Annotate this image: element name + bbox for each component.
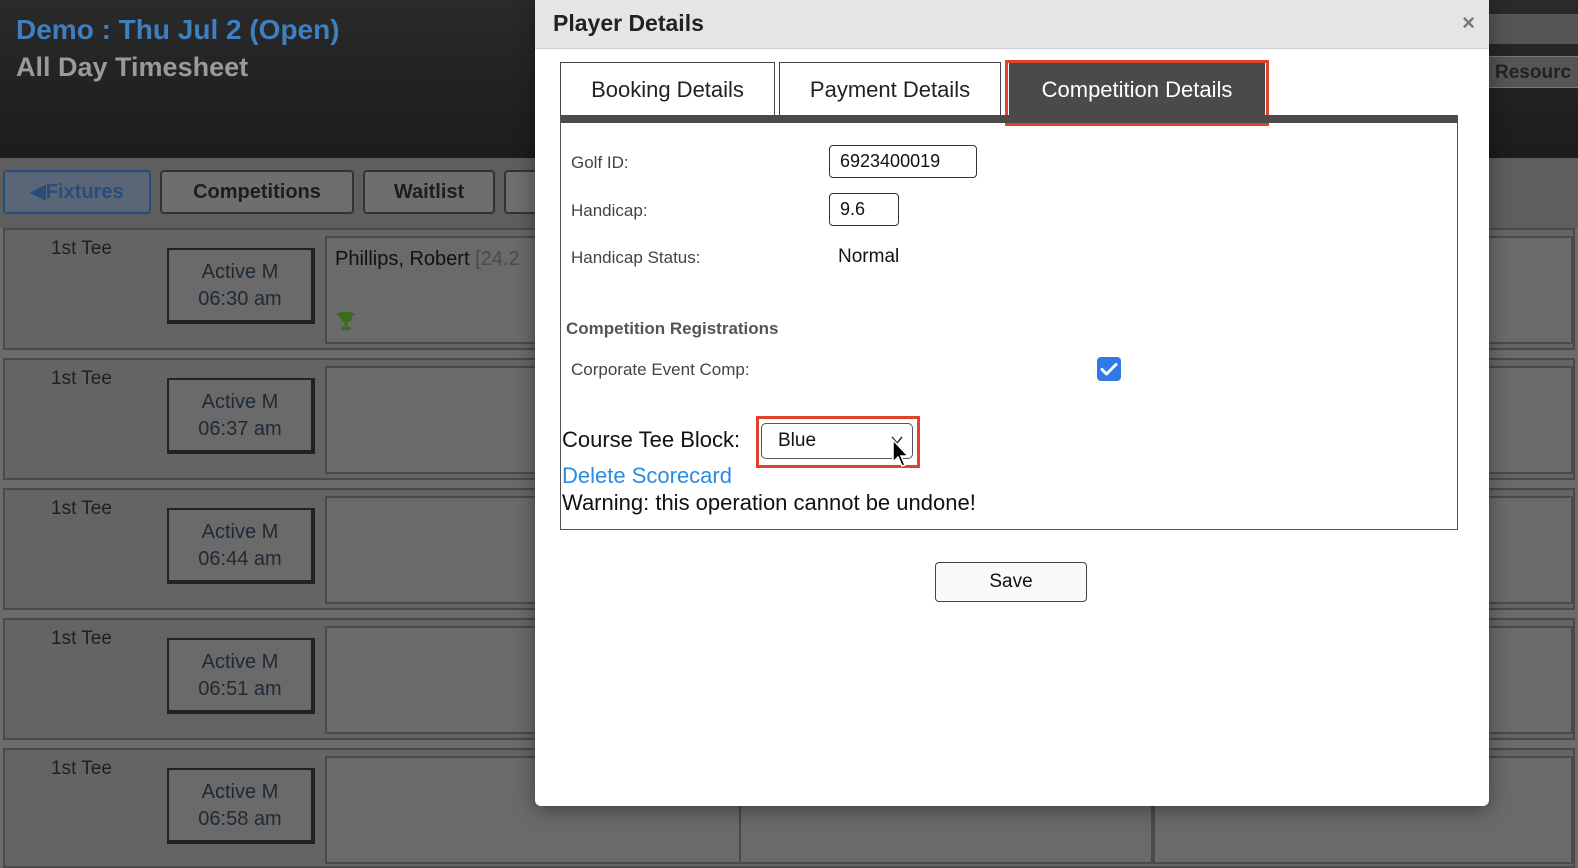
- slot-time: 06:58 am: [198, 808, 282, 830]
- golf-id-input[interactable]: 6923400019: [829, 145, 977, 178]
- slot-time: 06:30 am: [198, 288, 282, 310]
- page-title: Demo : Thu Jul 2 (Open): [16, 14, 340, 45]
- competitions-button[interactable]: Competitions: [160, 170, 354, 214]
- waitlist-button[interactable]: Waitlist: [363, 170, 495, 214]
- corporate-event-label: Corporate Event Comp:: [571, 360, 750, 379]
- player-name-text: Phillips, Robert: [335, 248, 470, 270]
- modal-header: Player Details ×: [535, 0, 1489, 49]
- slot-type: Active M: [201, 391, 279, 413]
- fixtures-label: Fixtures: [45, 181, 124, 203]
- player-name: Phillips, Robert [24.2: [335, 248, 520, 271]
- slot-type: Active M: [201, 781, 279, 803]
- player-handicap: [24.2: [475, 248, 520, 270]
- warning-text: Warning: this operation cannot be undone…: [562, 490, 976, 515]
- tab-booking-details[interactable]: Booking Details: [560, 62, 775, 116]
- slot-button[interactable]: Active M 06:44 am: [167, 508, 315, 584]
- slot-button[interactable]: Active M 06:58 am: [167, 768, 315, 844]
- mouse-cursor-icon: [892, 438, 910, 467]
- delete-scorecard-link[interactable]: Delete Scorecard: [562, 463, 732, 489]
- tab-payment-details[interactable]: Payment Details: [779, 62, 1001, 116]
- slot-time: 06:37 am: [198, 418, 282, 440]
- slot-type: Active M: [201, 521, 279, 543]
- handicap-label: Handicap:: [571, 201, 648, 220]
- close-icon[interactable]: ×: [1462, 10, 1475, 36]
- handicap-status-value: Normal: [838, 246, 900, 267]
- slot-button[interactable]: Active M 06:51 am: [167, 638, 315, 714]
- slot-time: 06:44 am: [198, 548, 282, 570]
- competition-details-panel: Golf ID: 6923400019 Handicap: 9.6 Handic…: [560, 115, 1458, 530]
- golf-id-label: Golf ID:: [571, 153, 629, 172]
- handicap-status-label: Handicap Status:: [571, 248, 701, 267]
- tee-label: 1st Tee: [51, 628, 112, 649]
- slot-time: 06:51 am: [198, 678, 282, 700]
- checkmark-icon: [1100, 363, 1118, 376]
- resource-tab[interactable]: Resourc: [1482, 56, 1578, 88]
- fixtures-button[interactable]: ◀Fixtures: [3, 170, 151, 214]
- registrations-heading: Competition Registrations: [566, 319, 779, 338]
- tee-label: 1st Tee: [51, 758, 112, 779]
- trophy-icon: [337, 312, 355, 330]
- save-button[interactable]: Save: [935, 562, 1087, 602]
- page-subtitle: All Day Timesheet: [16, 52, 249, 82]
- modal-title: Player Details: [553, 10, 704, 36]
- tee-label: 1st Tee: [51, 498, 112, 519]
- top-right-field[interactable]: [1482, 14, 1578, 44]
- handicap-input[interactable]: 9.6: [829, 193, 899, 226]
- tee-label: 1st Tee: [51, 368, 112, 389]
- back-arrow-icon: ◀: [30, 181, 46, 203]
- slot-type: Active M: [201, 651, 279, 673]
- player-details-modal: Player Details × Booking Details Payment…: [535, 0, 1489, 806]
- tee-label: 1st Tee: [51, 238, 112, 259]
- tee-block-label: Course Tee Block:: [562, 427, 741, 452]
- slot-type: Active M: [201, 261, 279, 283]
- slot-button[interactable]: Active M 06:30 am: [167, 248, 315, 324]
- corporate-event-checkbox[interactable]: [1097, 357, 1121, 381]
- slot-button[interactable]: Active M 06:37 am: [167, 378, 315, 454]
